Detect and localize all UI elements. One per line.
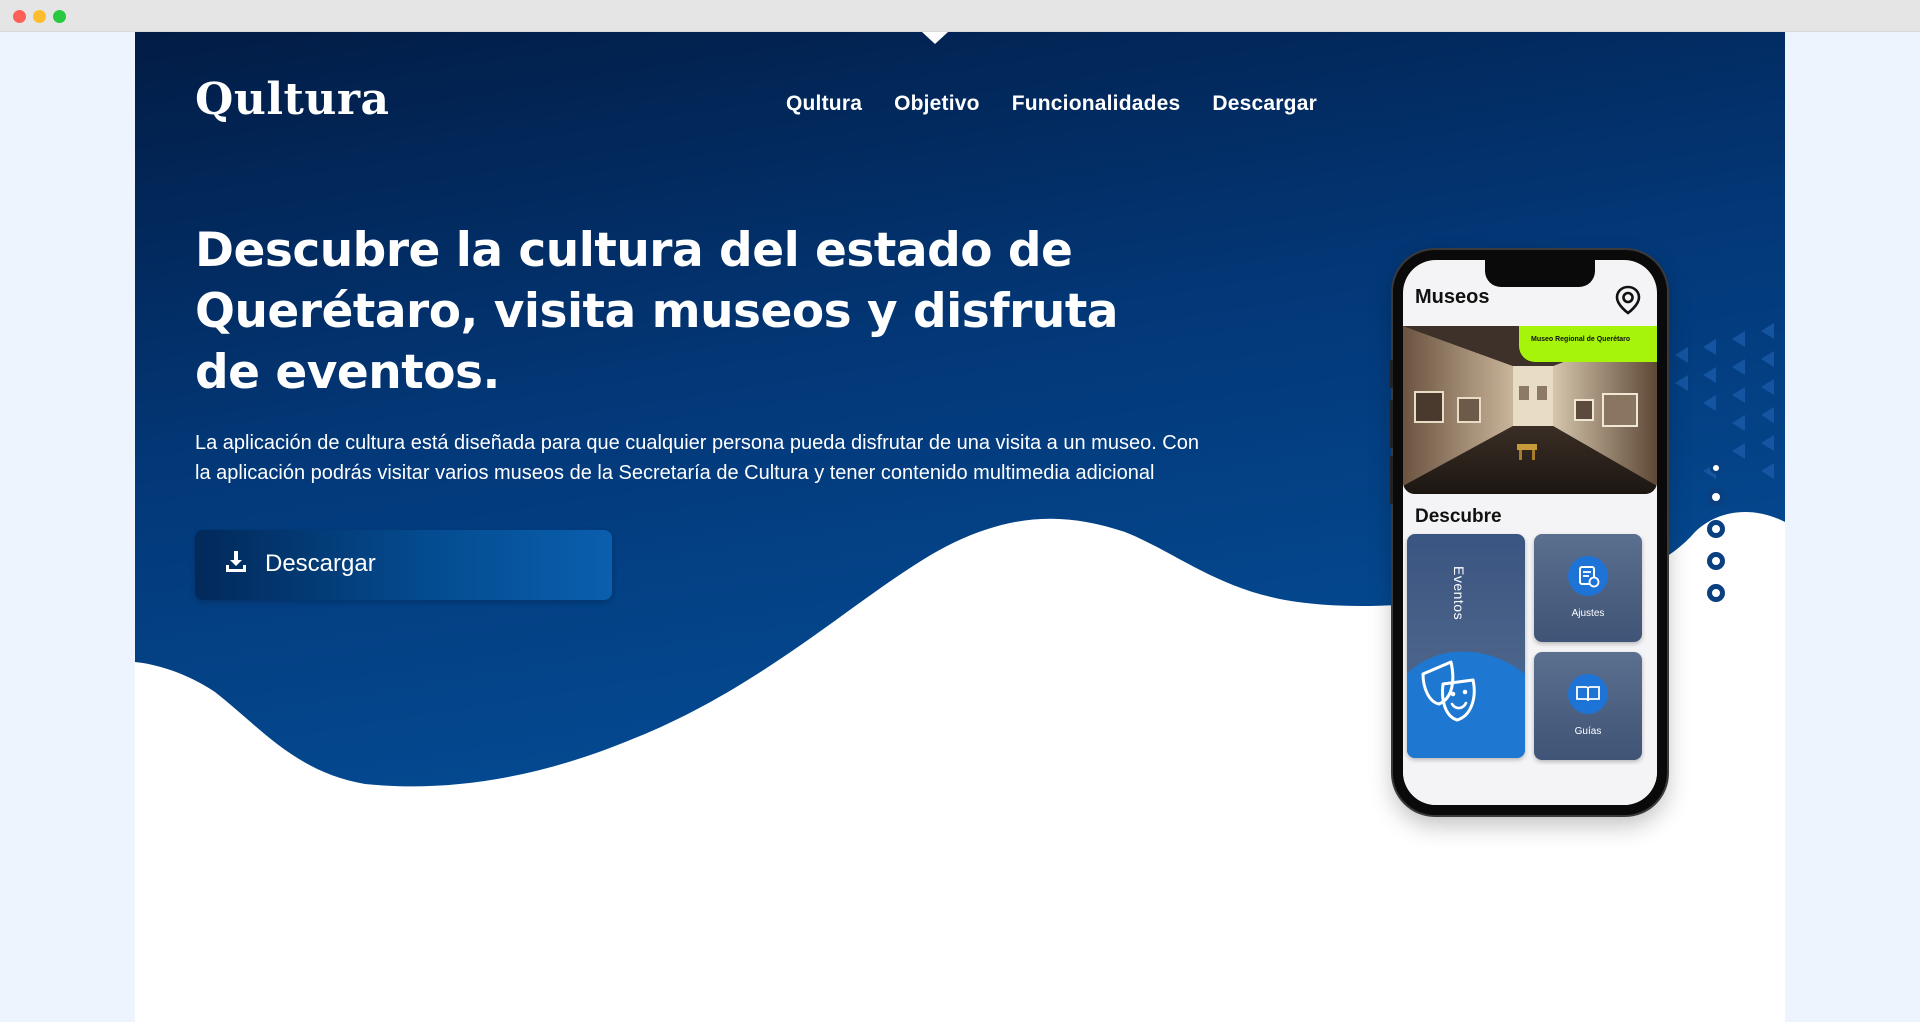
nav-item-descargar[interactable]: Descargar bbox=[1212, 92, 1317, 116]
slider-dot-2[interactable] bbox=[1707, 488, 1725, 506]
phone-notch bbox=[1485, 260, 1595, 287]
download-icon bbox=[226, 551, 246, 572]
phone-bottom-area bbox=[1403, 765, 1657, 805]
open-book-icon bbox=[1576, 686, 1600, 702]
scroll-indicator-arrow bbox=[922, 32, 948, 44]
slider-pagination bbox=[1707, 462, 1725, 602]
settings-icon bbox=[1579, 566, 1600, 588]
browser-title-bar bbox=[0, 0, 1920, 32]
nav-item-objetivo[interactable]: Objetivo bbox=[894, 92, 980, 116]
landing-page: Qultura Qultura Objetivo Funcionalidades… bbox=[135, 32, 1785, 1022]
settings-tile[interactable]: Ajustes bbox=[1534, 534, 1642, 642]
phone-screen: Museos Museo Regional de Querétaro Descu… bbox=[1403, 260, 1657, 805]
nav-item-funcionalidades[interactable]: Funcionalidades bbox=[1012, 92, 1181, 116]
nav-item-qultura[interactable]: Qultura bbox=[786, 92, 862, 116]
phone-screen-title: Museos bbox=[1415, 286, 1490, 308]
museum-photo-card[interactable]: Museo Regional de Querétaro bbox=[1403, 326, 1657, 494]
window-maximize-button[interactable] bbox=[53, 10, 66, 23]
phone-volume-down bbox=[1390, 456, 1393, 504]
events-tile-label: Eventos bbox=[1451, 566, 1467, 621]
location-pin-icon[interactable] bbox=[1615, 285, 1641, 315]
brand-logo[interactable]: Qultura bbox=[195, 74, 390, 125]
slider-dot-3[interactable] bbox=[1707, 520, 1725, 538]
hero-headline: Descubre la cultura del estado de Querét… bbox=[195, 223, 1119, 400]
guides-icon-circle bbox=[1568, 674, 1608, 714]
discover-section-title: Descubre bbox=[1415, 506, 1502, 527]
settings-icon-circle bbox=[1568, 556, 1608, 596]
guides-tile[interactable]: Guías bbox=[1534, 652, 1642, 760]
hero-description: La aplicación de cultura está diseñada p… bbox=[195, 432, 1199, 484]
museum-name-tag: Museo Regional de Querétaro bbox=[1519, 326, 1657, 362]
main-nav: Qultura Objetivo Funcionalidades Descarg… bbox=[786, 92, 1317, 116]
events-tile[interactable]: Eventos bbox=[1407, 534, 1525, 758]
phone-volume-up bbox=[1390, 400, 1393, 448]
decorative-triangles bbox=[1675, 323, 1774, 479]
slider-dot-5[interactable] bbox=[1707, 584, 1725, 602]
slider-dot-4[interactable] bbox=[1707, 552, 1725, 570]
guides-tile-label: Guías bbox=[1574, 726, 1602, 737]
download-button[interactable]: Descargar bbox=[195, 530, 612, 600]
phone-mockup: Museos Museo Regional de Querétaro Descu… bbox=[1390, 250, 1667, 815]
settings-tile-label: Ajustes bbox=[1571, 608, 1605, 619]
theater-masks-icon bbox=[1421, 660, 1476, 722]
slider-dot-1[interactable] bbox=[1710, 462, 1722, 474]
window-close-button[interactable] bbox=[13, 10, 26, 23]
download-button-label: Descargar bbox=[265, 550, 376, 577]
window-minimize-button[interactable] bbox=[33, 10, 46, 23]
phone-side-button bbox=[1390, 360, 1393, 388]
